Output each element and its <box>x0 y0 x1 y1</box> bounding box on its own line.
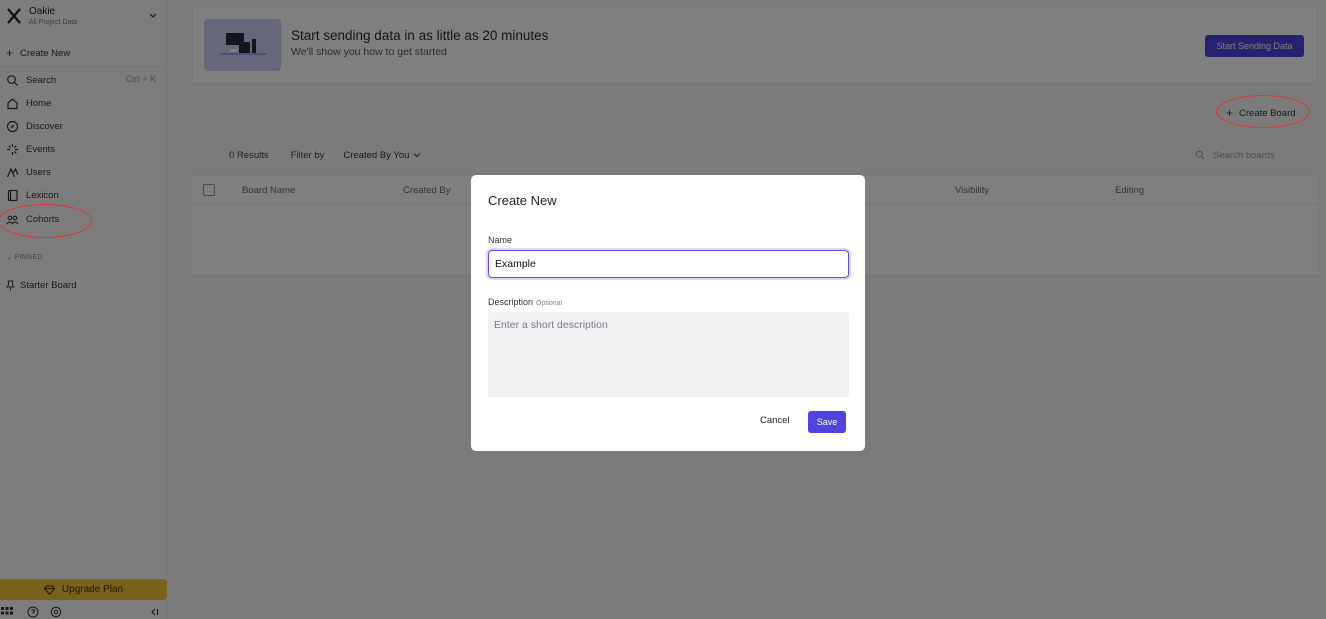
optional-tag: Optional <box>536 300 563 307</box>
create-new-dialog: Create New Name DescriptionOptional Canc… <box>471 175 865 451</box>
save-button[interactable]: Save <box>808 411 846 433</box>
name-label: Name <box>488 235 513 245</box>
description-input[interactable] <box>488 312 849 397</box>
name-input[interactable] <box>488 250 849 278</box>
dialog-title: Create New <box>488 193 557 208</box>
cancel-button[interactable]: Cancel <box>760 415 790 426</box>
description-label-text: Description <box>488 297 534 307</box>
description-label: Description Optional <box>488 297 562 307</box>
